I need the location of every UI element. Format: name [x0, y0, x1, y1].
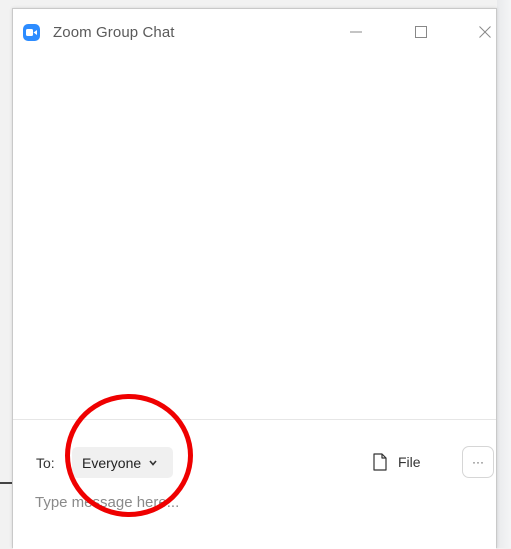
background-desktop: [497, 0, 511, 548]
minimize-button[interactable]: [336, 17, 376, 47]
message-input[interactable]: [35, 490, 475, 514]
chat-window: Zoom Group Chat To: Everyone File ··· Ty…: [12, 8, 497, 549]
file-button-label: File: [398, 454, 421, 470]
recipient-dropdown[interactable]: Everyone: [72, 447, 173, 478]
title-bar: Zoom Group Chat: [13, 9, 496, 53]
more-options-button[interactable]: ···: [462, 446, 494, 478]
chat-message-list: [13, 53, 496, 419]
minimize-icon: [350, 31, 362, 33]
maximize-button[interactable]: [401, 17, 441, 47]
to-label: To:: [36, 455, 55, 471]
more-options-icon: ···: [472, 455, 484, 469]
close-icon: [479, 26, 491, 38]
file-button[interactable]: File: [373, 449, 421, 475]
recipient-value: Everyone: [82, 454, 142, 471]
background-line: [0, 482, 12, 484]
zoom-camera-icon: [23, 24, 40, 41]
chevron-down-icon: [149, 460, 157, 466]
close-button[interactable]: [465, 17, 505, 47]
window-title: Zoom Group Chat: [53, 24, 175, 41]
file-icon: [373, 453, 387, 471]
compose-area: To: Everyone File ···: [13, 420, 496, 549]
maximize-icon: [415, 26, 427, 38]
